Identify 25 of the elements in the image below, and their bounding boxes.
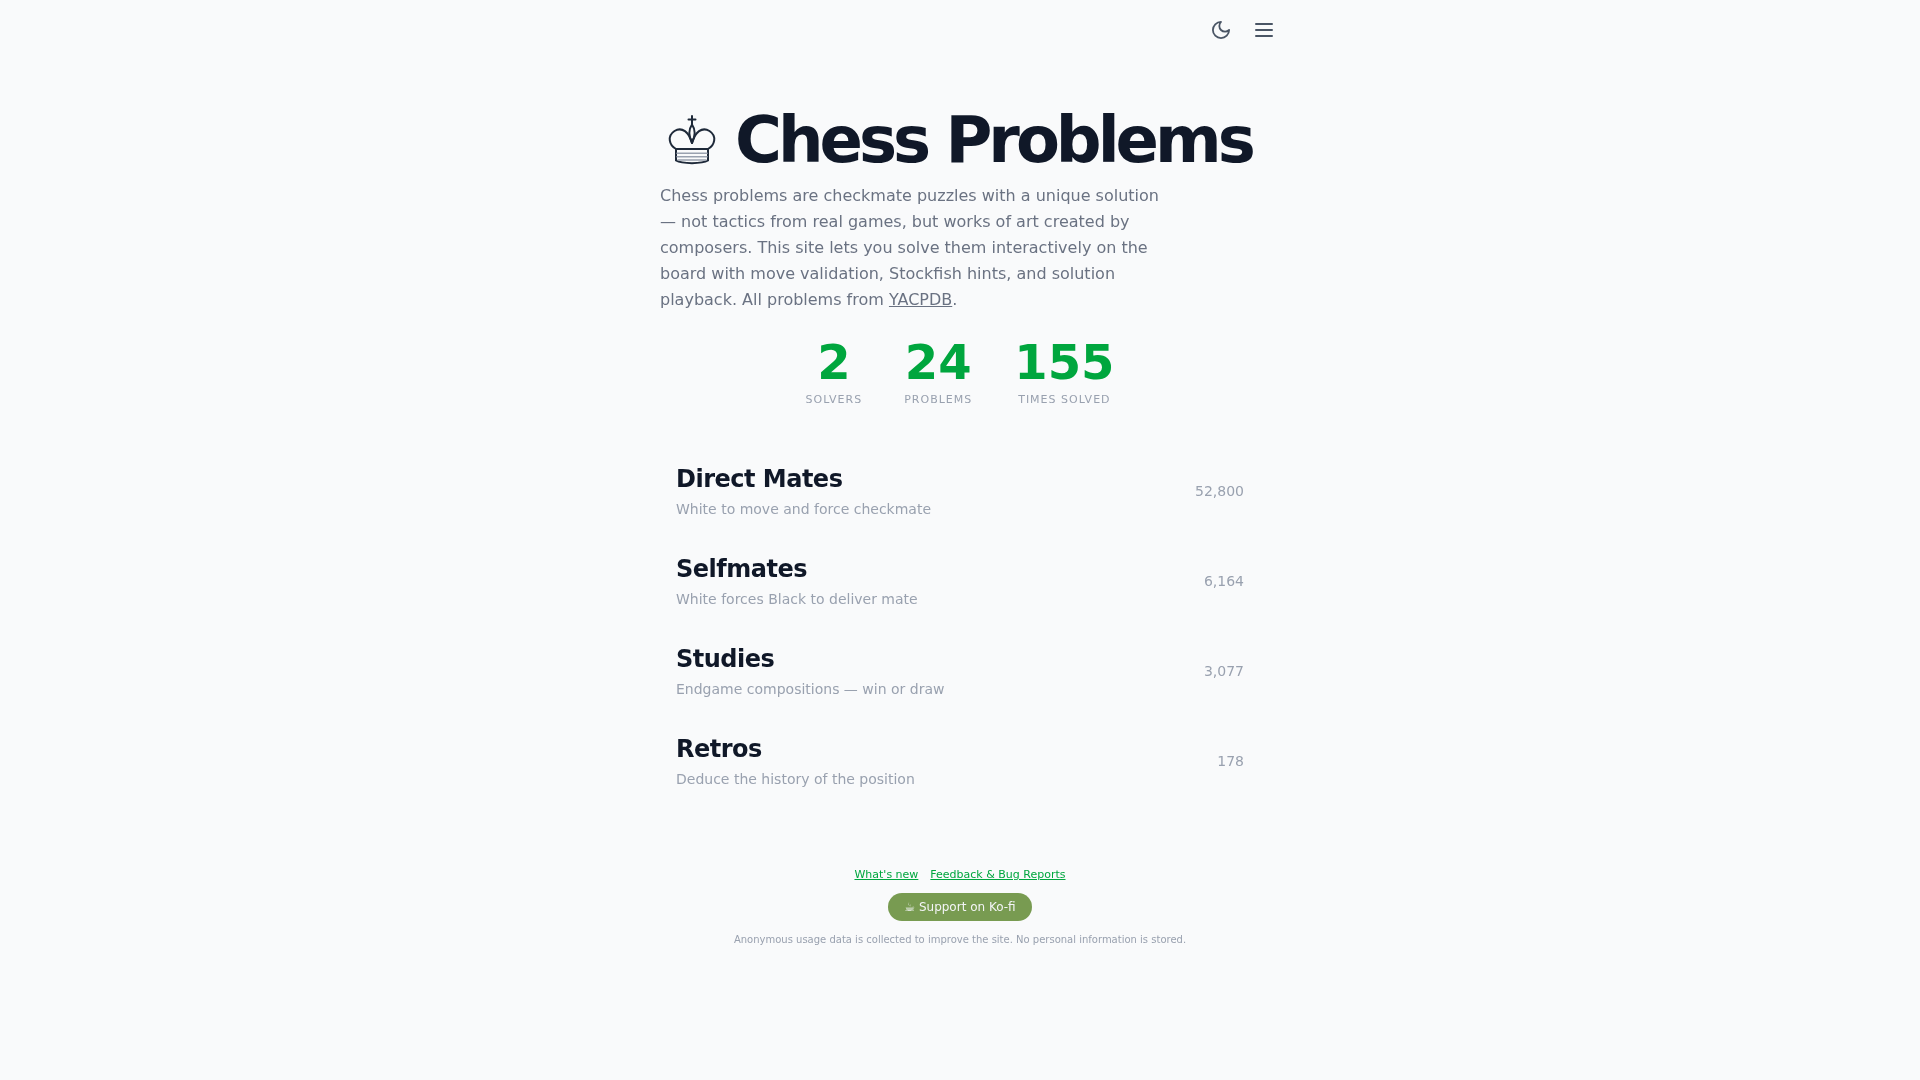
category-description: Endgame compositions — win or draw bbox=[676, 680, 945, 699]
category-count: 52,800 bbox=[1195, 482, 1244, 501]
category-count: 178 bbox=[1217, 752, 1244, 771]
king-icon bbox=[666, 114, 718, 166]
stat-label: TIMES SOLVED bbox=[1018, 392, 1111, 408]
category-description: White to move and force checkmate bbox=[676, 500, 931, 519]
stat-number: 155 bbox=[1014, 338, 1115, 386]
page-title: Chess Problems bbox=[735, 108, 1252, 172]
category-count: 3,077 bbox=[1203, 662, 1244, 681]
menu-icon bbox=[1255, 23, 1273, 37]
source-link[interactable]: YACPDB bbox=[888, 290, 953, 309]
category-title[interactable]: Selfmates bbox=[676, 553, 918, 585]
category-title[interactable]: Retros bbox=[676, 733, 915, 765]
category-title[interactable]: Direct Mates bbox=[676, 463, 931, 495]
moon-icon bbox=[1212, 21, 1230, 39]
category-count: 6,164 bbox=[1203, 572, 1244, 591]
stat-label: SOLVERS bbox=[805, 392, 863, 408]
stat-number: 24 bbox=[904, 338, 972, 386]
stat-label: PROBLEMS bbox=[904, 392, 973, 408]
category-description: White forces Black to deliver mate bbox=[676, 590, 918, 609]
category-description: Deduce the history of the position bbox=[676, 770, 915, 789]
intro-paragraph: Chess problems are checkmate puzzles with a unique solution — not tactics from real games, but works of art created by composers. This site lets you solve them interactively on the board with move validation, Stockfish hints, and solution playback. All problems from YACPDB. bbox=[660, 185, 1160, 311]
privacy-notice: Anonymous usage data is collected to improve the site. No personal information is stored. bbox=[733, 933, 1187, 947]
category-title[interactable]: Studies bbox=[676, 643, 945, 675]
stat-number: 2 bbox=[817, 338, 851, 386]
